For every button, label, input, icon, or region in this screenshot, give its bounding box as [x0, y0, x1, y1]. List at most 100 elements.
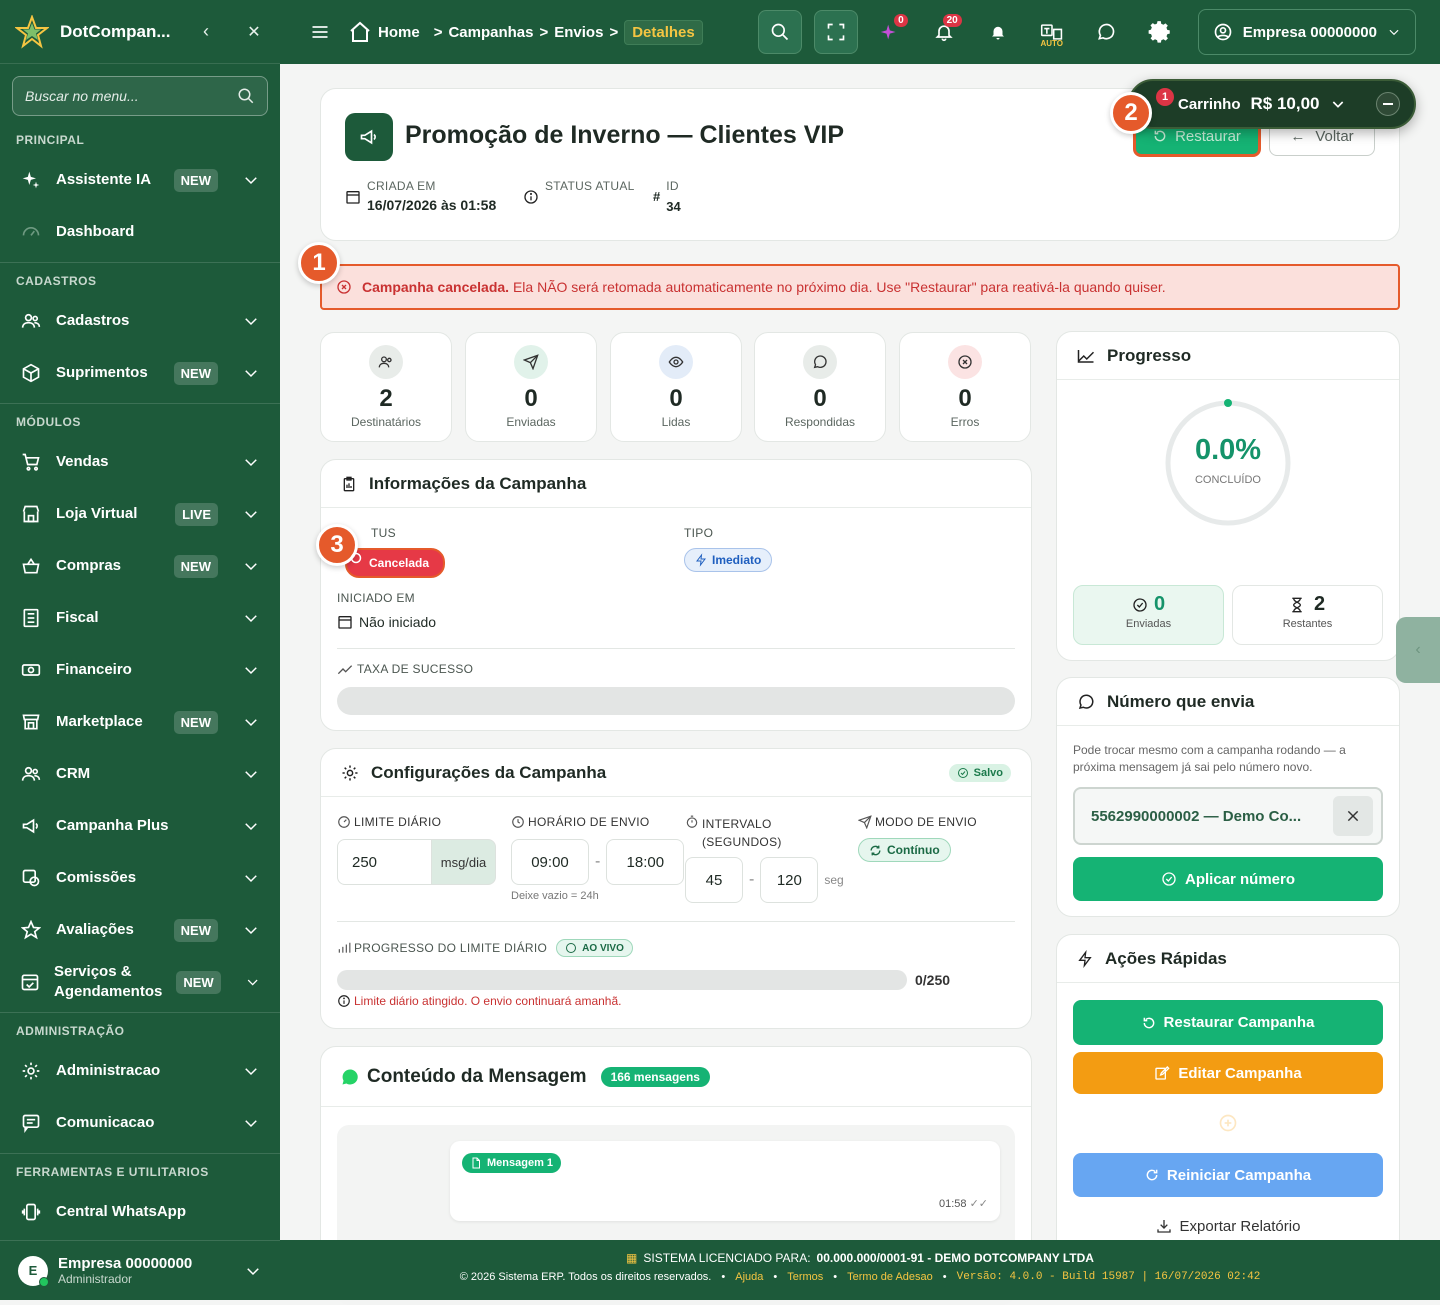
horario-end-input[interactable]: 18:00 [606, 839, 685, 885]
bullet: • [721, 1271, 726, 1283]
bell-filled-icon [991, 26, 1004, 40]
live-label: AO VIVO [582, 942, 624, 954]
sidebar-item-marketplace[interactable]: Marketplace NEW [0, 696, 280, 748]
settings-button[interactable] [1138, 10, 1182, 54]
translate-auto-button[interactable]: AUTO [1030, 10, 1074, 54]
remaining-box: 2 Restantes [1232, 585, 1383, 645]
restore-campaign-label: Restaurar Campanha [1163, 1014, 1315, 1031]
sidebar-item-assistente-ia[interactable]: Assistente IA NEW [0, 154, 280, 206]
sidebar-item-label: Serviços & Agendamentos [54, 962, 162, 1002]
sidebar-item-suprimentos[interactable]: Suprimentos NEW [0, 347, 280, 399]
sidebar-item-central-whatsapp[interactable]: Central WhatsApp [0, 1186, 280, 1238]
menu-search-input[interactable] [25, 88, 237, 104]
config-card: Configurações da Campanha Salvo LIMITE D… [320, 748, 1032, 1029]
new-badge: NEW [173, 710, 218, 734]
iniciado-value: Não iniciado [359, 614, 437, 630]
footer-link-termo-adesao[interactable]: Termo de Adesao [847, 1271, 933, 1283]
message-label: Mensagem 1 [487, 1157, 554, 1169]
sidebar-item-label: Comunicacao [56, 1114, 155, 1131]
progress-card: Progresso 0.0% CONCLUÍDO 0 Enviadas 2 Re… [1056, 331, 1400, 661]
clipboard-icon [343, 476, 355, 491]
info-card-header: Informações da Campanha [321, 460, 1031, 508]
notifications-button[interactable]: 20 [922, 10, 966, 54]
hidden-action-button[interactable] [1073, 1102, 1383, 1144]
home-icon[interactable] [348, 20, 372, 44]
sidebar-item-compras[interactable]: Compras NEW [0, 540, 280, 592]
breadcrumb-home[interactable]: Home [378, 24, 420, 41]
restore-campaign-button[interactable]: Restaurar Campanha [1073, 1000, 1383, 1045]
sidebar: DotCompan... ‹ ✕ PRINCIPAL Assistente IA… [0, 0, 280, 1300]
divider [337, 648, 1015, 649]
sidebar-item-vendas[interactable]: Vendas [0, 436, 280, 488]
clear-number-button[interactable] [1333, 796, 1373, 836]
check-circle-icon [1133, 597, 1147, 612]
breadcrumb-campanhas[interactable]: Campanhas [448, 24, 533, 41]
whatsapp-button[interactable] [1084, 10, 1128, 54]
search-icon[interactable] [237, 87, 255, 105]
remaining-value: 2 [1313, 593, 1326, 615]
sidebar-item-cadastros[interactable]: Cadastros [0, 295, 280, 347]
new-badge: NEW [173, 918, 218, 942]
sidebar-header: DotCompan... ‹ ✕ [0, 0, 280, 64]
alerts-button[interactable] [976, 10, 1020, 54]
id-label: ID [666, 179, 679, 193]
sidebar-item-avaliacoes[interactable]: Avaliações NEW [0, 904, 280, 956]
side-drawer-toggle[interactable]: ‹ [1396, 617, 1440, 683]
apply-number-button[interactable]: Aplicar número [1073, 857, 1383, 901]
sidebar-item-dashboard[interactable]: Dashboard [0, 206, 280, 258]
company-selector[interactable]: Empresa 00000000 [1197, 9, 1416, 55]
collapse-sidebar-icon[interactable]: ‹ [194, 21, 218, 42]
sidebar-item-label: Avaliações [56, 921, 134, 938]
footer-link-termos[interactable]: Termos [787, 1271, 823, 1283]
sidebar-item-crm[interactable]: CRM [0, 748, 280, 800]
sidebar-item-comunicacao[interactable]: Comunicacao [0, 1097, 280, 1149]
sidebar-item-fiscal[interactable]: Fiscal [0, 592, 280, 644]
brand-name: DotCompan... [60, 21, 171, 41]
sidebar-item-servicos[interactable]: Serviços & Agendamentos NEW [0, 956, 280, 1008]
iniciado-label: INICIADO EM [337, 591, 415, 605]
limit-warning: Limite diário atingido. O envio continua… [337, 994, 622, 1008]
export-report-button[interactable]: Exportar Relatório [1073, 1211, 1383, 1241]
star-icon [20, 919, 42, 941]
eye-icon [659, 345, 693, 379]
horario-start-input[interactable]: 09:00 [511, 839, 589, 885]
section-administracao: ADMINISTRAÇÃO [16, 1024, 125, 1038]
chevron-down-icon[interactable] [1330, 96, 1346, 112]
restore-icon [1143, 1017, 1154, 1028]
chevron-down-icon [245, 1068, 257, 1076]
sidebar-item-label: Compras [56, 557, 122, 574]
company-name: Empresa 00000000 [1242, 23, 1377, 41]
sidebar-item-financeiro[interactable]: Financeiro [0, 644, 280, 696]
hamburger-icon[interactable] [310, 22, 330, 42]
basket-icon [20, 555, 42, 577]
user-menu[interactable]: E Empresa 00000000 Administrador [0, 1240, 280, 1300]
ai-button[interactable]: 0 [868, 10, 912, 54]
sender-number-select[interactable]: 5562990000002 — Demo Co... [1073, 787, 1383, 845]
saved-badge: Salvo [948, 763, 1011, 782]
gear-icon [1148, 21, 1170, 43]
sidebar-item-campanha-plus[interactable]: Campanha Plus [0, 800, 280, 852]
section-principal: PRINCIPAL [16, 133, 85, 147]
limite-label: LIMITE DIÁRIO [354, 815, 442, 829]
fullscreen-button[interactable] [813, 10, 858, 54]
breadcrumb-envios[interactable]: Envios [554, 24, 603, 41]
id-value: 34 [666, 199, 681, 214]
message-bubble[interactable]: Mensagem 1 01:58 ✓✓ [450, 1141, 1000, 1221]
footer-link-ajuda[interactable]: Ajuda [735, 1271, 763, 1283]
sidebar-item-loja-virtual[interactable]: Loja Virtual LIVE [0, 488, 280, 540]
minimize-cart-button[interactable] [1376, 92, 1400, 116]
sidebar-item-comissoes[interactable]: Comissões [0, 852, 280, 904]
cart-widget[interactable]: Carrinho R$ 10,00 [1128, 79, 1416, 129]
edit-campaign-button[interactable]: Editar Campanha [1073, 1052, 1383, 1094]
sidebar-item-administracao[interactable]: Administracao [0, 1045, 280, 1097]
restart-campaign-button[interactable]: Reiniciar Campanha [1073, 1153, 1383, 1197]
user-circle-icon [1214, 23, 1232, 41]
chevron-down-icon [245, 719, 257, 727]
close-icon[interactable]: ✕ [242, 22, 266, 42]
limite-input[interactable]: 250 [337, 839, 432, 885]
modo-badge[interactable]: Contínuo [858, 838, 951, 862]
calendar-icon [338, 616, 352, 629]
global-search-button[interactable] [757, 10, 802, 54]
intervalo-max-input[interactable]: 120 [760, 857, 819, 903]
intervalo-min-input[interactable]: 45 [685, 857, 743, 903]
